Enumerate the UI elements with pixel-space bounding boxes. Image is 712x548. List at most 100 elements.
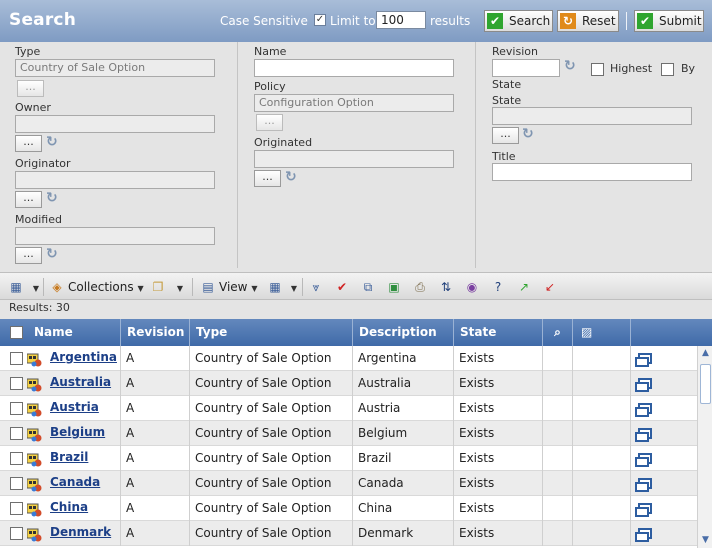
submit-button[interactable]: ✔ Submit <box>634 10 704 32</box>
row-checkbox[interactable] <box>10 352 23 365</box>
state-cell: Exists <box>454 471 543 496</box>
checkmark-icon[interactable]: ✔ <box>334 279 350 295</box>
table-row[interactable]: Canada A Country of Sale Option Canada E… <box>0 471 697 496</box>
compare-icon[interactable]: ⧉ <box>360 279 376 295</box>
name-link[interactable]: Belgium <box>50 421 105 446</box>
document-icon[interactable]: ▨ <box>573 319 631 346</box>
table-row[interactable]: Argentina A Country of Sale Option Argen… <box>0 346 697 371</box>
name-link[interactable]: Canada <box>50 471 100 496</box>
name-link[interactable]: Brazil <box>50 446 88 471</box>
row-checkbox[interactable] <box>10 452 23 465</box>
state-chooser-button[interactable]: ... <box>492 127 519 144</box>
chart-icon[interactable]: ◉ <box>464 279 480 295</box>
policy-field[interactable]: Configuration Option <box>254 94 454 112</box>
column-header-description[interactable]: Description <box>353 319 454 346</box>
column-header-revision[interactable]: Revision <box>121 319 190 346</box>
scroll-thumb[interactable] <box>700 364 711 404</box>
scroll-up-icon[interactable]: ▲ <box>700 348 711 359</box>
name-link[interactable]: Argentina <box>50 346 117 371</box>
column-header-state[interactable]: State <box>454 319 543 346</box>
modified-chooser-button[interactable]: ... <box>15 247 42 264</box>
refresh-icon[interactable]: ↻ <box>46 135 60 149</box>
reset-button[interactable]: ↻ Reset <box>557 10 619 32</box>
copy-icon[interactable]: ❐ <box>150 279 166 295</box>
owner-chooser-button[interactable]: ... <box>15 135 42 152</box>
originator-chooser-button[interactable]: ... <box>15 191 42 208</box>
title-field[interactable] <box>492 163 692 181</box>
new-window-icon[interactable] <box>635 353 652 367</box>
new-window-icon[interactable] <box>635 428 652 442</box>
print-icon[interactable]: ⎙ <box>412 279 428 295</box>
refresh-icon[interactable]: ↻ <box>522 127 536 141</box>
type-field[interactable]: Country of Sale Option <box>15 59 215 77</box>
toolbar-separator <box>302 278 303 296</box>
modified-field[interactable] <box>15 227 215 245</box>
new-window-icon[interactable] <box>635 503 652 517</box>
table-row[interactable]: Denmark A Country of Sale Option Denmark… <box>0 521 697 546</box>
revision-cell: A <box>121 521 190 546</box>
chevron-down-icon[interactable]: ▼ <box>172 279 188 295</box>
limit-checkbox[interactable]: ✓ <box>314 14 326 26</box>
document-cell <box>573 396 631 421</box>
sort-icon[interactable]: ⇅ <box>438 279 454 295</box>
table-row[interactable]: Belgium A Country of Sale Option Belgium… <box>0 421 697 446</box>
object-type-icon <box>26 526 42 542</box>
column-header-type[interactable]: Type <box>190 319 353 346</box>
limit-input[interactable]: 100 <box>376 11 426 29</box>
actions-menu-icon[interactable]: ▦ <box>8 279 24 295</box>
column-header-name[interactable]: Name <box>0 319 121 346</box>
originator-field[interactable] <box>15 171 215 189</box>
name-link[interactable]: Australia <box>50 371 111 396</box>
view-menu[interactable]: View ▼ <box>219 278 257 296</box>
table-row[interactable]: Australia A Country of Sale Option Austr… <box>0 371 697 396</box>
row-checkbox[interactable] <box>10 502 23 515</box>
revision-cell: A <box>121 396 190 421</box>
search-button[interactable]: ✔ Search <box>484 10 553 32</box>
name-link[interactable]: Austria <box>50 396 99 421</box>
row-checkbox[interactable] <box>10 377 23 390</box>
refresh-icon[interactable]: ↻ <box>285 170 299 184</box>
new-window-icon[interactable] <box>635 478 652 492</box>
collections-menu[interactable]: Collections ▼ <box>68 278 144 296</box>
by-checkbox[interactable] <box>661 63 674 76</box>
table-row[interactable]: Austria A Country of Sale Option Austria… <box>0 396 697 421</box>
revision-field[interactable] <box>492 59 560 77</box>
row-checkbox[interactable] <box>10 477 23 490</box>
refresh-icon[interactable]: ↻ <box>46 247 60 261</box>
originated-chooser-button[interactable]: ... <box>254 170 281 187</box>
type-cell: Country of Sale Option <box>190 346 353 371</box>
row-checkbox[interactable] <box>10 402 23 415</box>
table-row[interactable]: Brazil A Country of Sale Option Brazil E… <box>0 446 697 471</box>
highest-checkbox[interactable] <box>591 63 604 76</box>
chevron-down-icon[interactable]: ▼ <box>28 279 44 295</box>
promote-icon[interactable]: ↗ <box>516 279 532 295</box>
name-link[interactable]: Denmark <box>50 521 111 546</box>
object-type-icon <box>26 476 42 492</box>
attachment-icon[interactable]: ⌕ <box>543 319 573 346</box>
chevron-down-icon[interactable]: ▼ <box>286 279 302 295</box>
new-window-icon[interactable] <box>635 528 652 542</box>
scroll-down-icon[interactable]: ▼ <box>700 535 711 546</box>
demote-icon[interactable]: ↙ <box>542 279 558 295</box>
filter-icon[interactable]: ⩔ <box>308 279 324 295</box>
help-icon[interactable]: ? <box>490 279 506 295</box>
policy-chooser-button[interactable]: ... <box>256 114 283 131</box>
new-window-icon[interactable] <box>635 403 652 417</box>
state-field[interactable] <box>492 107 692 125</box>
name-link[interactable]: China <box>50 496 88 521</box>
new-window-icon[interactable] <box>635 378 652 392</box>
export-icon[interactable]: ▣ <box>386 279 402 295</box>
grid-icon[interactable]: ▦ <box>267 279 283 295</box>
table-scrollbar[interactable]: ▲ ▼ <box>697 346 712 548</box>
refresh-icon[interactable]: ↻ <box>46 191 60 205</box>
select-all-checkbox[interactable] <box>10 326 23 339</box>
originated-field[interactable] <box>254 150 454 168</box>
type-chooser-button[interactable]: ... <box>17 80 44 97</box>
row-checkbox[interactable] <box>10 427 23 440</box>
new-window-icon[interactable] <box>635 453 652 467</box>
table-row[interactable]: China A Country of Sale Option China Exi… <box>0 496 697 521</box>
owner-field[interactable] <box>15 115 215 133</box>
row-checkbox[interactable] <box>10 527 23 540</box>
name-field[interactable] <box>254 59 454 77</box>
refresh-icon[interactable]: ↻ <box>564 59 578 73</box>
